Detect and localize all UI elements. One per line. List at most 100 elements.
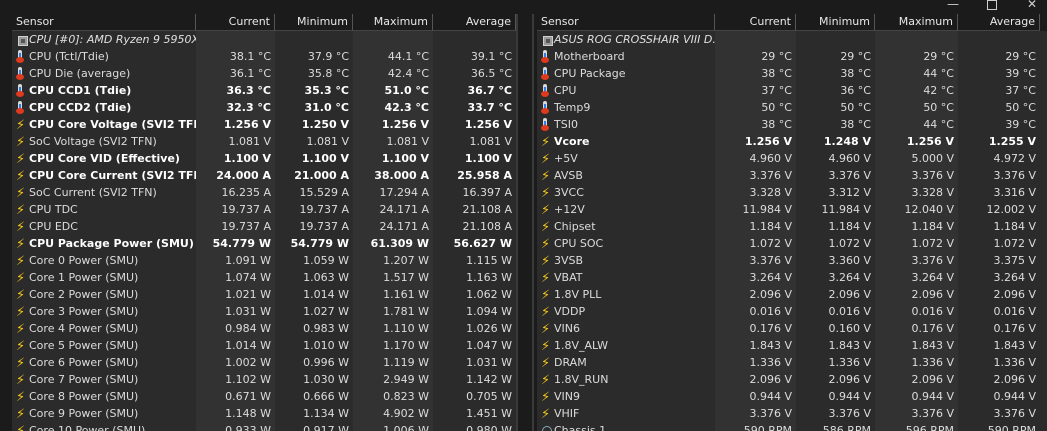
sensor-row[interactable]: CPU Die (average) 36.1 °C 35.8 °C 42.4 °C 36… — [12, 65, 516, 82]
value-average: 2.096 V — [993, 373, 1036, 386]
value-minimum: 1.010 W — [303, 339, 349, 352]
sensor-row[interactable]: CPU 37 °C 36 °C 42 °C 37 °C — [537, 82, 1047, 99]
sensor-row[interactable]: Chassis 1 590 RPM 586 RPM 596 RPM 590 RPM — [537, 422, 1047, 431]
sensor-row[interactable]: ⚡ 1.8V_ALW 1.843 V 1.843 V 1.843 V 1.843 V — [537, 337, 1047, 354]
header-sensor[interactable]: Sensor — [12, 14, 196, 31]
header-maximum[interactable]: Maximum — [875, 14, 958, 31]
sensor-row[interactable]: ⚡ VHIF 3.376 V 3.376 V 3.376 V 3.376 V — [537, 405, 1047, 422]
sensor-row[interactable]: ⚡ DRAM 1.336 V 1.336 V 1.336 V 1.336 V — [537, 354, 1047, 371]
value-average: 25.958 A — [457, 169, 512, 182]
sensor-name: VBAT — [554, 271, 583, 284]
sensor-row[interactable]: CPU Package 38 °C 38 °C 44 °C 39 °C — [537, 65, 1047, 82]
sensor-row[interactable]: ⚡ 1.8V_RUN 2.096 V 2.096 V 2.096 V 2.096 V — [537, 371, 1047, 388]
header-current[interactable]: Current — [196, 14, 275, 31]
sensor-row[interactable]: ⚡ Core 8 Power (SMU) 0.671 W 0.666 W 0.823 W… — [12, 388, 516, 405]
value-maximum: 1.843 V — [911, 339, 954, 352]
value-average: 4.972 V — [993, 152, 1036, 165]
sensor-row[interactable]: ⚡ SoC Current (SVI2 TFN) 16.235 A 15.529 A1… — [12, 184, 516, 201]
sensor-row[interactable]: ⚡ +12V 11.984 V 11.984 V 12.040 V 12.002 V — [537, 201, 1047, 218]
sensor-row[interactable]: Temp9 50 °C 50 °C 50 °C 50 °C — [537, 99, 1047, 116]
value-minimum: 38 °C — [840, 118, 871, 131]
value-minimum: 3.376 V — [828, 407, 871, 420]
value-maximum: 12.040 V — [904, 203, 954, 216]
sensor-row[interactable]: CPU (Tctl/Tdie) 38.1 °C 37.9 °C 44.1 °C 39.1… — [12, 48, 516, 65]
sensor-row[interactable]: ⚡ CPU Package Power (SMU) 54.779 W 54.779 W… — [12, 235, 516, 252]
value-maximum: 51.0 °C — [384, 84, 429, 97]
value-current: 24.000 A — [216, 169, 271, 182]
value-current: 1.031 W — [225, 305, 271, 318]
value-current: 37 °C — [761, 84, 792, 97]
sensor-row[interactable]: ⚡ Core 4 Power (SMU) 0.984 W 0.983 W 1.110 W… — [12, 320, 516, 337]
sensor-row[interactable]: ⚡ Core 1 Power (SMU) 1.074 W 1.063 W 1.517 W… — [12, 269, 516, 286]
sensor-row[interactable]: ⚡ 3VSB 3.376 V 3.360 V 3.376 V 3.375 V — [537, 252, 1047, 269]
left-scrollbar[interactable] — [516, 14, 518, 431]
sensor-group-row[interactable]: ASUS ROG CROSSHAIR VIII D... — [537, 31, 1047, 48]
header-average[interactable]: Average — [433, 14, 516, 31]
value-current: 36.1 °C — [229, 67, 271, 80]
sensor-row[interactable]: ⚡ Chipset 1.184 V 1.184 V 1.184 V 1.184 V — [537, 218, 1047, 235]
sensor-row[interactable]: CPU CCD2 (Tdie) 32.3 °C 31.0 °C 42.3 °C 33.7… — [12, 99, 516, 116]
sensor-row[interactable]: ⚡ Core 3 Power (SMU) 1.031 W 1.027 W 1.781 W… — [12, 303, 516, 320]
value-maximum: 42.4 °C — [387, 67, 429, 80]
value-average: 0.944 V — [993, 390, 1036, 403]
header-current[interactable]: Current — [715, 14, 796, 31]
sensor-row[interactable]: ⚡ VBAT 3.264 V 3.264 V 3.264 V 3.264 V — [537, 269, 1047, 286]
sensor-row[interactable]: ⚡ VIN6 0.176 V 0.160 V 0.176 V 0.176 V — [537, 320, 1047, 337]
value-current: 0.016 V — [749, 305, 792, 318]
value-minimum: 0.016 V — [828, 305, 871, 318]
sensor-name: CPU CCD1 (Tdie) — [29, 84, 132, 97]
sensor-name: CPU Die (average) — [29, 67, 131, 80]
header-sensor[interactable]: Sensor — [537, 14, 715, 31]
sensor-row[interactable]: ⚡ CPU Core Voltage (SVI2 TFN) 1.256 V 1.250… — [12, 116, 516, 133]
sensor-row[interactable]: ⚡ Core 0 Power (SMU) 1.091 W 1.059 W 1.207 W… — [12, 252, 516, 269]
value-minimum: 0.160 V — [828, 322, 871, 335]
sensor-row[interactable]: ⚡ VDDP 0.016 V 0.016 V 0.016 V 0.016 V — [537, 303, 1047, 320]
maximize-button[interactable] — [987, 0, 997, 10]
sensor-row[interactable]: ⚡ Core 7 Power (SMU) 1.102 W 1.030 W 2.949 W… — [12, 371, 516, 388]
sensor-row[interactable]: ⚡ Core 6 Power (SMU) 1.002 W 0.996 W 1.119 W… — [12, 354, 516, 371]
sensor-row[interactable]: ⚡ VIN9 0.944 V 0.944 V 0.944 V 0.944 V — [537, 388, 1047, 405]
value-current: 1.102 W — [225, 373, 271, 386]
sensor-row[interactable]: ⚡ AVSB 3.376 V 3.376 V 3.376 V 3.376 V — [537, 167, 1047, 184]
sensor-row[interactable]: TSI0 38 °C 38 °C 44 °C 39 °C — [537, 116, 1047, 133]
sensor-row[interactable]: ⚡ CPU Core Current (SVI2 TFN) 24.000 A 21.0… — [12, 167, 516, 184]
sensor-row[interactable]: ⚡ Core 9 Power (SMU) 1.148 W 1.134 W 4.902 W… — [12, 405, 516, 422]
sensor-row[interactable]: Motherboard 29 °C 29 °C 29 °C 29 °C — [537, 48, 1047, 65]
value-current: 0.176 V — [749, 322, 792, 335]
close-button[interactable]: ✕ — [1027, 0, 1037, 11]
sensor-row[interactable]: ⚡ Core 2 Power (SMU) 1.021 W 1.014 W 1.161 W… — [12, 286, 516, 303]
sensor-row[interactable]: ⚡ Vcore 1.256 V 1.248 V 1.256 V 1.255 V — [537, 133, 1047, 150]
sensor-row[interactable]: ⚡ 3VCC 3.328 V 3.312 V 3.328 V 3.316 V — [537, 184, 1047, 201]
value-current: 0.671 W — [225, 390, 271, 403]
sensor-row[interactable]: ⚡ Core 5 Power (SMU) 1.014 W 1.010 W 1.170 W… — [12, 337, 516, 354]
minimize-button[interactable]: — — [947, 0, 959, 11]
value-maximum: 1.256 V — [381, 118, 429, 131]
value-maximum: 2.096 V — [911, 288, 954, 301]
sensor-row[interactable]: ⚡ SoC Voltage (SVI2 TFN) 1.081 V 1.081 V 1.0… — [12, 133, 516, 150]
value-maximum: 1.110 W — [383, 322, 429, 335]
right-scrollbar[interactable] — [532, 14, 534, 431]
header-minimum[interactable]: Minimum — [275, 14, 353, 31]
header-maximum[interactable]: Maximum — [353, 14, 433, 31]
value-average: 1.451 W — [466, 407, 512, 420]
sensor-name: +12V — [554, 203, 585, 216]
value-average: 1.047 W — [466, 339, 512, 352]
value-current: 19.737 A — [221, 220, 271, 233]
sensor-row[interactable]: ⚡ CPU EDC 19.737 A 19.737 A 24.171 A 21.108 A — [12, 218, 516, 235]
sensor-name: SoC Current (SVI2 TFN) — [29, 186, 157, 199]
sensor-row[interactable]: ⚡ +5V 4.960 V 4.960 V 5.000 V 4.972 V — [537, 150, 1047, 167]
value-maximum: 1.207 W — [383, 254, 429, 267]
sensor-row[interactable]: ⚡ 1.8V PLL 2.096 V 2.096 V 2.096 V 2.096 V — [537, 286, 1047, 303]
sensor-group-row[interactable]: CPU [#0]: AMD Ryzen 9 5950X... — [12, 31, 516, 48]
value-average: 36.5 °C — [470, 67, 512, 80]
sensor-row[interactable]: ⚡ CPU SOC 1.072 V 1.072 V 1.072 V 1.072 V — [537, 235, 1047, 252]
sensor-row[interactable]: ⚡ CPU TDC 19.737 A 19.737 A 24.171 A 21.108 A — [12, 201, 516, 218]
value-average: 33.7 °C — [467, 101, 512, 114]
value-maximum: 1.336 V — [911, 356, 954, 369]
sensor-row[interactable]: ⚡Core 10 Power (SMU)0.933 W0.917 W1.006 … — [12, 422, 516, 431]
sensor-row[interactable]: CPU CCD1 (Tdie) 36.3 °C 35.3 °C 51.0 °C 36.7… — [12, 82, 516, 99]
sensor-row[interactable]: ⚡ CPU Core VID (Effective) 1.100 V 1.100 V1… — [12, 150, 516, 167]
sensor-name: Core 6 Power (SMU) — [29, 356, 139, 369]
header-minimum[interactable]: Minimum — [796, 14, 875, 31]
header-average[interactable]: Average — [958, 14, 1040, 31]
